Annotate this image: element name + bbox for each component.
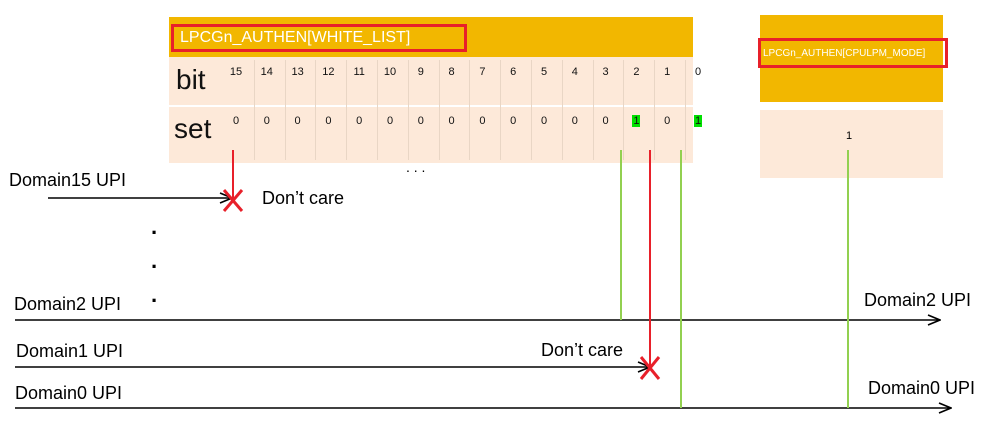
domain15-label: Domain15 UPI (9, 170, 127, 190)
vertical-dot-2: · (151, 254, 159, 279)
vertical-dot-3: · (151, 288, 159, 313)
domain2-right-label: Domain2 UPI (864, 290, 972, 310)
signal-lines (15, 150, 999, 440)
vertical-dot-1: · (151, 220, 159, 245)
domain1-label: Domain1 UPI (16, 341, 124, 361)
domain0-right-label: Domain0 UPI (868, 378, 976, 398)
domain0-label: Domain0 UPI (15, 383, 123, 403)
dont-care-label-1: Don’t care (262, 188, 345, 208)
dont-care-label-2: Don’t care (541, 340, 624, 360)
domain2-label: Domain2 UPI (14, 294, 122, 314)
